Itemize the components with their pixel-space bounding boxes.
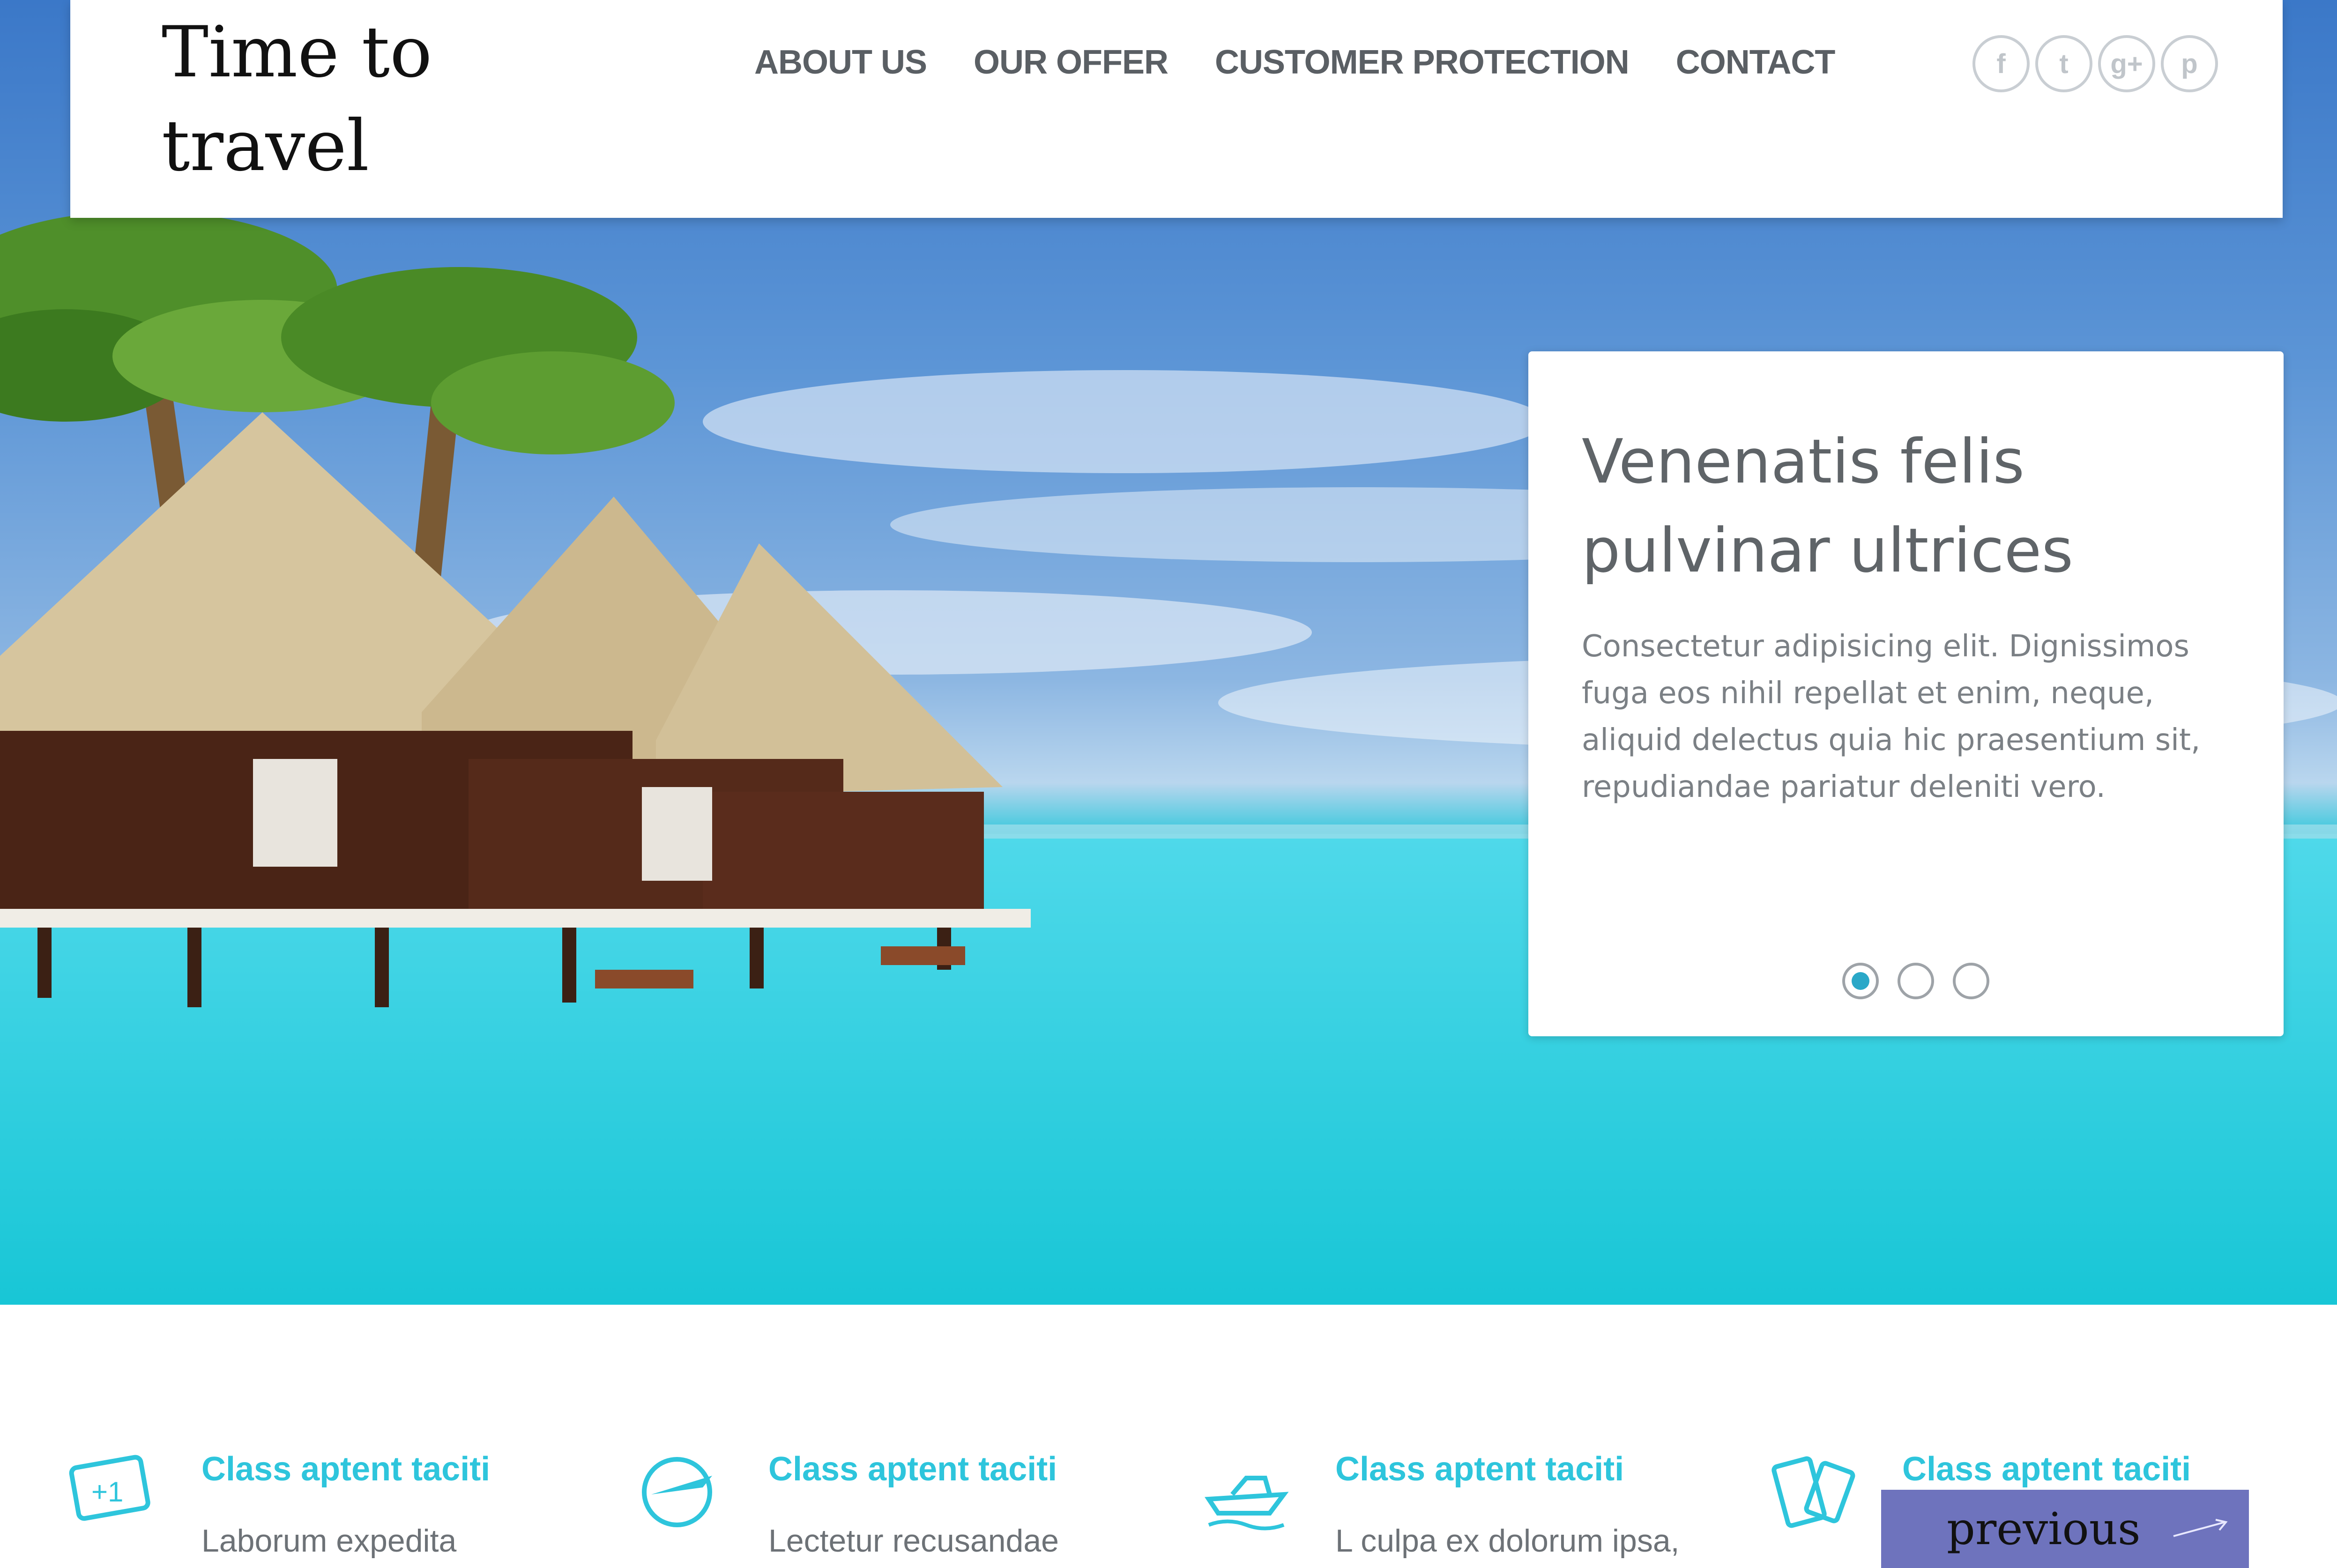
nav-contact[interactable]: CONTACT	[1676, 43, 1836, 82]
slider-dot-1[interactable]	[1842, 963, 1879, 999]
site-logo[interactable]: Time to travel	[162, 6, 490, 193]
slider-dot-3[interactable]	[1953, 963, 1989, 999]
hero-caption-card: Venenatis felis pulvinar ultrices Consec…	[1528, 351, 2284, 1036]
site-header: Time to travel ABOUT US OUR OFFER CUSTOM…	[70, 0, 2283, 218]
hero-banner: Time to travel ABOUT US OUR OFFER CUSTOM…	[0, 0, 2337, 1305]
svg-text:+1: +1	[91, 1476, 123, 1508]
feature-item: Class aptent taciti L culpa ex dolorum i…	[1199, 1429, 1738, 1568]
nav-our-offer[interactable]: OUR OFFER	[974, 43, 1168, 82]
nav-about-us[interactable]: ABOUT US	[754, 43, 927, 82]
ticket-icon: +1	[69, 1455, 150, 1521]
slider-dot-2[interactable]	[1898, 963, 1934, 999]
feature-title: Class aptent taciti	[1902, 1450, 2191, 1488]
feature-title: Class aptent taciti	[768, 1450, 1057, 1488]
hero-card-title: Venenatis felis pulvinar ultrices	[1582, 426, 2074, 586]
arrow-icon	[2173, 1518, 2228, 1537]
feature-title: Class aptent taciti	[201, 1450, 491, 1488]
passport-icon	[1771, 1456, 1855, 1528]
main-nav: ABOUT US OUR OFFER CUSTOMER PROTECTION C…	[754, 43, 1835, 82]
feature-text: Lectetur recusandae	[768, 1523, 1059, 1559]
pinterest-icon[interactable]: p	[2161, 35, 2218, 92]
previous-button[interactable]: previous	[1881, 1490, 2249, 1568]
feature-text: Laborum expedita	[201, 1523, 457, 1559]
feature-item: +1 Class aptent taciti Laborum expedita	[66, 1429, 604, 1568]
feature-text: L culpa ex dolorum ipsa,	[1335, 1523, 1680, 1559]
slider-dots	[1842, 963, 1989, 999]
water-bungalows	[0, 412, 1031, 1007]
twitter-icon[interactable]: t	[2035, 35, 2092, 92]
feature-item: Class aptent taciti Lectetur recusandae	[633, 1429, 1171, 1568]
nav-customer-protection[interactable]: CUSTOMER PROTECTION	[1215, 43, 1630, 82]
plane-globe-icon	[642, 1457, 712, 1527]
boat-icon	[1205, 1476, 1289, 1531]
facebook-icon[interactable]: f	[1972, 35, 2030, 92]
feature-title: Class aptent taciti	[1335, 1450, 1624, 1488]
google-plus-icon[interactable]: g+	[2098, 35, 2155, 92]
hero-card-text: Consectetur adipisicing elit. Dignissimo…	[1582, 629, 2201, 804]
previous-label: previous	[1947, 1503, 2141, 1555]
social-links: f t g+ p	[1972, 35, 2218, 92]
